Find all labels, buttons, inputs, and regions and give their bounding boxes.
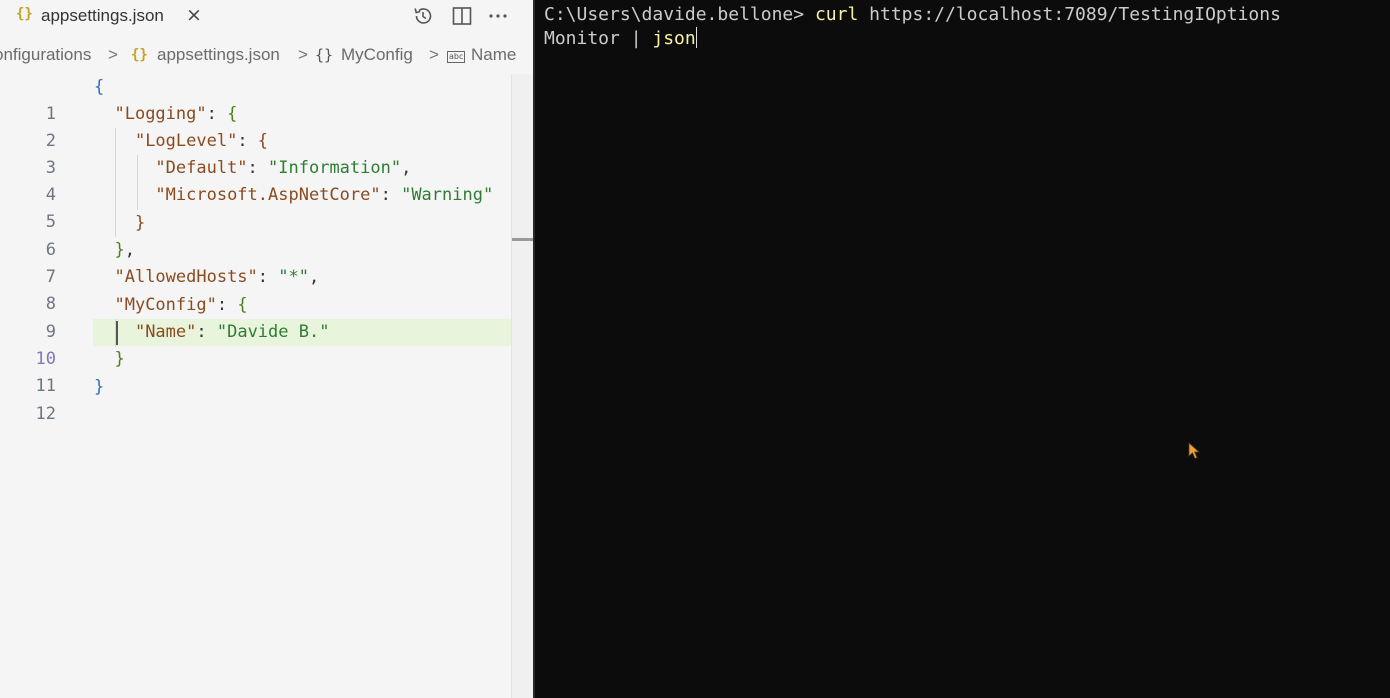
code-text: "AllowedHosts": "*", [114, 267, 320, 287]
split-editor-icon[interactable] [451, 5, 473, 31]
code-text: "MyConfig": { [114, 295, 248, 315]
breadcrumb-separator: > [108, 45, 118, 64]
code-line[interactable]: 12 } [0, 374, 533, 424]
code-line[interactable]: 11 } [0, 346, 533, 396]
breadcrumb-separator: > [429, 45, 439, 64]
code-text: }, [114, 240, 135, 260]
json-value: "Warning" [401, 185, 494, 205]
json-key: "Logging" [114, 104, 207, 124]
json-key: "MyConfig" [114, 295, 217, 315]
json-key: "AllowedHosts" [114, 267, 258, 287]
json-braces-icon: {} [131, 47, 148, 63]
tab-label: appsettings.json [41, 6, 164, 25]
code-text: "Microsoft.AspNetCore": "Warning" [155, 185, 494, 205]
breadcrumb-object[interactable]: MyConfig [341, 45, 413, 65]
code-line[interactable]: 8 "AllowedHosts": "*", [0, 264, 533, 314]
more-actions-icon[interactable] [487, 5, 509, 31]
json-value: "Davide B." [216, 322, 330, 342]
code-text: "Logging": { [114, 104, 238, 124]
json-key: "Default" [155, 158, 248, 178]
code-text: "LogLevel": { [134, 131, 269, 151]
code-line[interactable]: 9 "MyConfig": { [0, 292, 533, 342]
json-key: "LogLevel" [134, 131, 238, 151]
terminal-caret [695, 27, 697, 48]
code-line[interactable]: 3 "LogLevel": { [0, 128, 533, 178]
terminal-url-wrap: Monitor | [544, 28, 653, 49]
json-braces-icon: {} [16, 6, 33, 22]
code-line[interactable]: 1 { [0, 74, 533, 124]
code-line[interactable]: 7 }, [0, 237, 533, 287]
history-icon[interactable] [412, 5, 434, 31]
editor-tab-bar: {} appsettings.json × [0, 0, 533, 34]
close-icon[interactable]: × [186, 4, 202, 26]
scrollbar-thumb[interactable] [512, 238, 533, 241]
string-property-icon: abc [447, 47, 466, 67]
json-value: "*" [278, 267, 309, 287]
breadcrumb-property[interactable]: Name [471, 45, 516, 65]
code-line[interactable]: 6 } [0, 210, 533, 260]
line-number: 12 [35, 404, 56, 424]
code-line[interactable]: 4 "Default": "Information", [0, 155, 533, 205]
code-line[interactable]: 5 "Microsoft.AspNetCore": "Warning" [0, 182, 533, 232]
code-text: "Name": "Davide B." [134, 322, 330, 342]
code-line-current[interactable]: 10 "Name": "Davide B." [0, 319, 533, 369]
breadcrumb-folder[interactable]: onfigurations [0, 45, 91, 65]
breadcrumb-file[interactable]: appsettings.json [157, 45, 280, 65]
code-text: } [114, 349, 125, 369]
string-property-icon-label: abc [447, 51, 466, 63]
json-key: "Name" [134, 322, 197, 342]
terminal-prompt: C:\Users\davide.bellone> [544, 4, 805, 25]
code-line[interactable]: 2 "Logging": { [0, 101, 533, 151]
mouse-pointer-icon [1188, 442, 1201, 464]
terminal-pipe-command: json [652, 28, 696, 49]
code-text: "Default": "Information", [155, 158, 412, 178]
code-text: { [94, 77, 105, 97]
editor-pane: {} appsettings.json × onfigurations > {}… [0, 0, 533, 698]
object-icon: {} [315, 46, 334, 64]
vertical-scrollbar[interactable] [511, 74, 533, 698]
json-value: "Information" [268, 158, 402, 178]
terminal-command-line: C:\Users\davide.bellone> curl https://lo… [544, 3, 1281, 27]
json-key: "Microsoft.AspNetCore" [155, 185, 381, 205]
code-text: } [134, 213, 146, 233]
terminal-command: curl [814, 4, 859, 25]
terminal-command-line-wrap: Monitor | json [544, 27, 697, 51]
code-text: } [94, 377, 105, 397]
breadcrumb-separator: > [298, 45, 308, 64]
terminal-url: https://localhost:7089/TestingIOptions [869, 4, 1281, 25]
terminal-pane[interactable]: C:\Users\davide.bellone> curl https://lo… [535, 0, 1390, 698]
